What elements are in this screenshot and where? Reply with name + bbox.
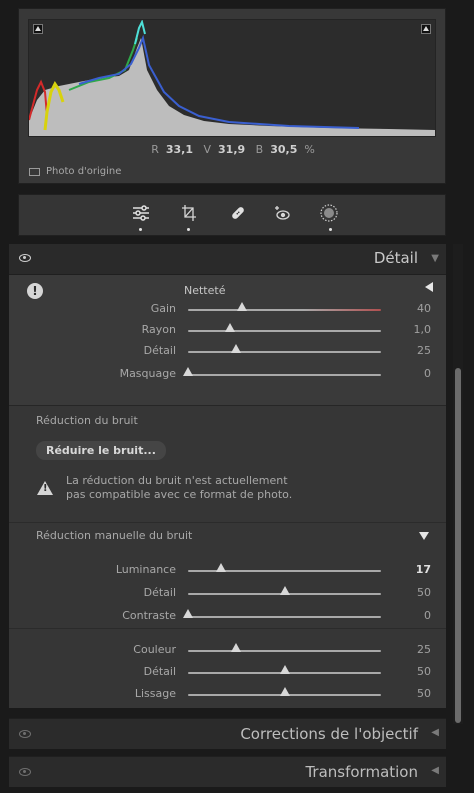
- slider-track[interactable]: [188, 330, 381, 332]
- original-photo-toggle[interactable]: Photo d'origine: [29, 166, 121, 177]
- slider-value[interactable]: 50: [401, 687, 431, 700]
- slider-thumb[interactable]: [279, 586, 290, 595]
- slider-value[interactable]: 25: [401, 643, 431, 656]
- visibility-eye-icon[interactable]: [19, 730, 31, 738]
- slider-label: Détail: [143, 665, 176, 678]
- shadow-clipping-button[interactable]: [33, 24, 43, 34]
- detail-panel-header[interactable]: Détail ▼: [9, 244, 446, 275]
- alert-icon[interactable]: !: [27, 283, 43, 299]
- slider-row: Détail 50: [9, 664, 446, 682]
- adjust-icon[interactable]: [131, 204, 151, 222]
- slider-row: Lissage 50: [9, 686, 446, 704]
- slider-thumb[interactable]: [183, 367, 193, 376]
- transformation-panel-header[interactable]: Transformation ◀: [9, 756, 446, 787]
- slider-value[interactable]: 17: [401, 563, 431, 576]
- manual-noise-reduction-title: Réduction manuelle du bruit: [36, 529, 193, 542]
- slider-label: Détail: [143, 586, 176, 599]
- slider-label: Masquage: [119, 367, 176, 380]
- slider-track[interactable]: [188, 351, 381, 353]
- panel-expand-icon[interactable]: ◀: [431, 765, 439, 776]
- slider-label: Lissage: [134, 687, 176, 700]
- original-photo-checkbox[interactable]: [29, 167, 40, 176]
- slider-track[interactable]: [188, 616, 381, 618]
- reduce-noise-button[interactable]: Réduire le bruit...: [36, 441, 166, 460]
- rvb-readout: R 33,1 V 31,9 B 30,5 %: [151, 143, 315, 156]
- lens-corrections-panel-header[interactable]: Corrections de l'objectif ◀: [9, 718, 446, 749]
- slider-label: Rayon: [141, 323, 176, 336]
- slider-row: Masquage 0: [9, 366, 446, 384]
- sharpening-section: ! Netteté Gain 40 Rayon 1,0 Détail 25 Masquage…: [9, 275, 446, 406]
- slider-row: Gain 40: [9, 301, 446, 319]
- slider-row: Détail 25: [9, 343, 446, 361]
- manual-noise-expand-icon[interactable]: [419, 532, 429, 540]
- slider-label: Couleur: [133, 643, 176, 656]
- detail-panel: Détail ▼ ! Netteté Gain 40 Rayon 1,0 Détail 2…: [9, 244, 446, 708]
- slider-row: Luminance 17: [9, 562, 446, 580]
- warning-icon: !: [37, 481, 53, 495]
- transformation-title: Transformation: [305, 763, 418, 781]
- slider-thumb[interactable]: [215, 563, 226, 572]
- slider-thumb[interactable]: [231, 643, 242, 652]
- slider-label: Contraste: [122, 609, 176, 622]
- slider-thumb[interactable]: [183, 609, 193, 618]
- slider-row: Contraste 0: [9, 608, 446, 626]
- sharpening-preview-toggle-icon[interactable]: [425, 282, 433, 292]
- slider-label: Luminance: [115, 563, 176, 576]
- slider-row: Détail 50: [9, 585, 446, 603]
- crop-icon[interactable]: [179, 204, 199, 222]
- slider-label: Gain: [150, 302, 176, 315]
- slider-thumb[interactable]: [231, 344, 242, 353]
- detail-panel-title: Détail: [373, 249, 418, 267]
- slider-thumb[interactable]: [279, 687, 290, 696]
- redeye-icon[interactable]: [273, 204, 293, 222]
- slider-row: Couleur 25: [9, 642, 446, 660]
- lens-corrections-title: Corrections de l'objectif: [240, 725, 418, 743]
- slider-thumb[interactable]: [279, 665, 290, 674]
- slider-value[interactable]: 40: [401, 302, 431, 315]
- visibility-eye-icon[interactable]: [19, 768, 31, 776]
- slider-value[interactable]: 0: [401, 367, 431, 380]
- histogram-panel: R 33,1 V 31,9 B 30,5 % Photo d'origine: [18, 8, 446, 184]
- highlight-clipping-button[interactable]: [421, 24, 431, 34]
- slider-row: Rayon 1,0: [9, 322, 446, 340]
- panel-expand-icon[interactable]: ◀: [431, 727, 439, 738]
- noise-reduction-title: Réduction du bruit: [36, 414, 138, 427]
- slider-value[interactable]: 1,0: [401, 323, 432, 336]
- slider-thumb[interactable]: [225, 323, 236, 332]
- slider-label: Détail: [143, 344, 176, 357]
- sharpening-title: Netteté: [184, 284, 226, 297]
- slider-value[interactable]: 50: [401, 665, 431, 678]
- histogram-chart: [29, 20, 435, 136]
- visibility-eye-icon[interactable]: [19, 254, 31, 262]
- noise-reduction-section: Réduction du bruit Réduire le bruit... !…: [9, 406, 446, 708]
- slider-track[interactable]: [188, 650, 381, 652]
- slider-track[interactable]: [188, 309, 381, 311]
- slider-value[interactable]: 50: [401, 586, 431, 599]
- panel-collapse-icon[interactable]: ▼: [431, 253, 439, 264]
- original-photo-label: Photo d'origine: [46, 166, 122, 177]
- tool-strip: [18, 194, 446, 236]
- slider-value[interactable]: 25: [401, 344, 431, 357]
- slider-thumb[interactable]: [237, 302, 248, 311]
- slider-value[interactable]: 0: [401, 609, 431, 622]
- masking-icon[interactable]: [319, 204, 339, 222]
- noise-warning-text: La réduction du bruit n'est actuellement…: [66, 474, 293, 501]
- healing-icon[interactable]: [228, 204, 248, 222]
- histogram-graph[interactable]: [28, 19, 436, 137]
- slider-track[interactable]: [188, 374, 381, 376]
- scrollbar-thumb[interactable]: [455, 368, 461, 723]
